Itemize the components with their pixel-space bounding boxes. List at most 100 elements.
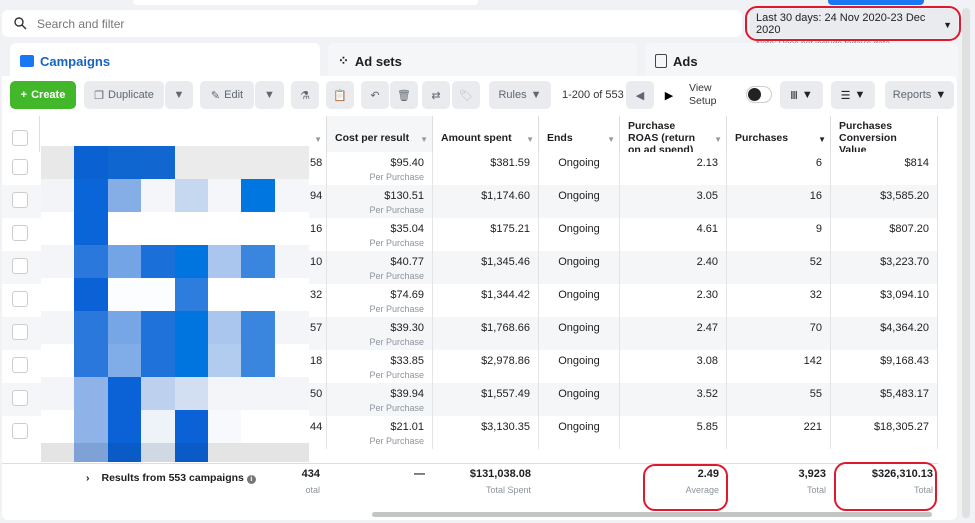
duplicate-label: Duplicate <box>108 89 154 101</box>
plus-icon: + <box>20 89 28 101</box>
row-checkbox[interactable] <box>12 390 28 406</box>
undo-button[interactable]: ↶ <box>361 81 389 109</box>
tab-label: Ads <box>673 53 698 69</box>
toggle-knob <box>748 88 761 101</box>
top-primary-button[interactable] <box>828 0 924 5</box>
caret-down-icon: ▼ <box>801 89 813 101</box>
view-setup-toggle[interactable] <box>746 86 772 103</box>
cell-roas: 3.05 <box>620 185 727 218</box>
redaction-pixel <box>241 377 276 410</box>
footer-cost: — <box>414 468 425 480</box>
annotation-circle-value <box>834 462 937 511</box>
clipboard-button[interactable]: 📋 <box>326 81 354 109</box>
redaction-pixel <box>274 311 309 344</box>
tag-icon: 🏷 <box>459 89 473 102</box>
row-checkbox[interactable] <box>12 357 28 373</box>
redaction-pixel <box>107 344 142 377</box>
row-checkbox[interactable] <box>12 324 28 340</box>
search-placeholder: Search and filter <box>37 16 125 31</box>
redaction-pixel <box>141 377 176 410</box>
delete-button[interactable]: 🗑 <box>390 81 418 109</box>
sort-icon[interactable]: ▼ <box>714 134 722 146</box>
row-checkbox[interactable] <box>12 192 28 208</box>
cell-value: $18,305.27 <box>831 416 938 449</box>
header-label: Amount spent <box>441 132 512 144</box>
cell-value: $814 <box>831 152 938 185</box>
edit-button[interactable]: ✎ Edit <box>200 81 254 109</box>
redaction-pixel <box>174 245 209 278</box>
breakdown-button[interactable]: ☰ ▼ <box>831 81 875 109</box>
search-input[interactable]: Search and filter <box>2 10 742 37</box>
duplicate-dropdown[interactable]: ▼ <box>165 81 193 109</box>
row-checkbox[interactable] <box>12 291 28 307</box>
columns-button[interactable]: Ⅲ ▼ <box>780 81 823 109</box>
cell-partial: 10 <box>308 251 327 284</box>
redaction-pixel <box>274 410 309 443</box>
redaction-pixel <box>241 212 276 245</box>
redaction-pixel <box>74 344 109 377</box>
tab-campaigns[interactable]: Campaigns <box>10 43 320 79</box>
results-footer: › Results from 553 campaigns i 434 otal — … <box>2 463 938 513</box>
redaction-pixel <box>74 146 109 179</box>
next-page-button[interactable]: ▶ <box>656 81 682 109</box>
sort-icon[interactable]: ▼ <box>818 134 826 146</box>
cell-ends: Ongoing <box>539 185 620 218</box>
cell-cost: $95.40 Per Purchase <box>327 152 433 185</box>
redaction-pixel <box>241 311 276 344</box>
create-button[interactable]: + Create <box>10 81 76 109</box>
redaction-pixel <box>107 443 142 462</box>
cell-cost: $40.77 Per Purchase <box>327 251 433 284</box>
redaction-pixel <box>208 146 242 179</box>
redaction-pixel <box>274 212 309 245</box>
tab-ads[interactable]: Ads <box>645 43 958 79</box>
redaction-pixel <box>41 443 75 462</box>
reports-button[interactable]: Reports ▼ <box>885 81 954 109</box>
redaction-pixel <box>208 377 242 410</box>
cell-partial: 32 <box>308 284 327 317</box>
sort-icon[interactable]: ▼ <box>607 134 615 146</box>
undo-icon: ↶ <box>370 89 380 102</box>
redaction-pixel <box>107 377 142 410</box>
columns-icon: Ⅲ <box>790 89 798 102</box>
redaction-pixel <box>208 179 242 212</box>
tab-ad-sets[interactable]: ⁘ Ad sets <box>328 43 637 79</box>
sort-icon[interactable]: ▼ <box>526 134 534 146</box>
redaction-pixel <box>141 179 176 212</box>
redaction-pixel <box>208 344 242 377</box>
row-checkbox[interactable] <box>12 258 28 274</box>
ab-test-button[interactable]: ⚗ <box>291 81 319 109</box>
horizontal-scrollbar[interactable] <box>372 512 932 517</box>
prev-page-button[interactable]: ◀ <box>626 81 654 109</box>
header-label: Ends <box>547 132 573 144</box>
cell-purchases: 52 <box>727 251 831 284</box>
redaction-pixel <box>208 410 242 443</box>
cell-spent: $1,768.66 <box>433 317 539 350</box>
header-label: Purchases Conversion Value <box>839 120 897 156</box>
redaction-pixel <box>41 311 75 344</box>
cell-cost: $39.94 Per Purchase <box>327 383 433 416</box>
cell-roas: 3.52 <box>620 383 727 416</box>
row-checkbox[interactable] <box>12 159 28 175</box>
redaction-pixel <box>274 146 309 179</box>
select-all-checkbox[interactable] <box>12 130 28 146</box>
results-summary[interactable]: › Results from 553 campaigns i <box>86 472 256 484</box>
cell-partial: 94 <box>308 185 327 218</box>
cell-ends: Ongoing <box>539 317 620 350</box>
vertical-scrollbar[interactable] <box>962 8 970 518</box>
redaction-pixel <box>74 410 109 443</box>
row-checkbox[interactable] <box>12 225 28 241</box>
cell-partial: 16 <box>308 218 327 251</box>
cell-roas: 3.08 <box>620 350 727 383</box>
duplicate-button[interactable]: ❐ Duplicate <box>84 81 164 109</box>
rules-button[interactable]: Rules ▼ <box>489 81 551 109</box>
cell-cost: $39.30 Per Purchase <box>327 317 433 350</box>
edit-dropdown[interactable]: ▼ <box>255 81 284 109</box>
row-checkbox[interactable] <box>12 423 28 439</box>
redaction-pixel <box>41 245 75 278</box>
sort-icon[interactable]: ▼ <box>420 134 428 146</box>
redaction-pixel <box>141 146 176 179</box>
tag-button[interactable]: 🏷 <box>452 81 480 109</box>
export-button[interactable]: ⇄ <box>422 81 450 109</box>
cell-ends: Ongoing <box>539 383 620 416</box>
sort-icon[interactable]: ▼ <box>314 134 322 146</box>
